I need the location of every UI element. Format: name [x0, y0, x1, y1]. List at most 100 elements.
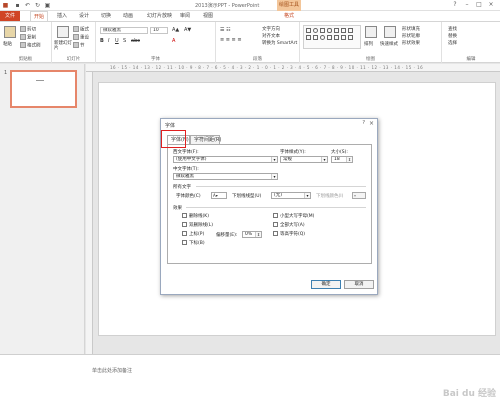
tab-file[interactable]: 文件 — [0, 11, 20, 21]
minimize-icon[interactable]: – — [462, 1, 472, 9]
copy-icon — [20, 34, 26, 40]
small-caps-checkbox[interactable] — [273, 213, 278, 218]
dialog-help-icon[interactable]: ? — [362, 120, 365, 126]
line-shape-icon[interactable] — [341, 28, 346, 33]
rounded-rect-shape-icon[interactable] — [327, 28, 332, 33]
circle-shape-icon[interactable] — [320, 35, 325, 40]
tab-format[interactable]: 格式 — [281, 11, 297, 21]
quick-styles-button[interactable]: 快速样式 — [380, 41, 398, 47]
tab-character-spacing[interactable]: 字符间距(R) — [190, 135, 221, 144]
superscript-checkbox[interactable] — [182, 231, 187, 236]
font-color-picker[interactable]: A▾ — [211, 192, 227, 199]
slideshow-icon[interactable]: ▣ — [44, 2, 51, 9]
tab-review[interactable]: 审阅 — [177, 11, 193, 21]
find-button[interactable]: 查找 — [448, 26, 457, 32]
notes-pane[interactable]: 单击此处添加备注 — [0, 354, 500, 403]
font-color-icon[interactable]: A — [172, 38, 175, 44]
strikethrough-checkbox[interactable] — [182, 213, 187, 218]
cancel-button[interactable]: 取消 — [344, 280, 374, 289]
bullets-icon[interactable]: ☰ ☷ — [220, 27, 231, 33]
asian-font-combo[interactable]: 微软雅黑 ▾ — [173, 173, 278, 180]
thumbnail-text-line — [36, 80, 44, 81]
replace-button[interactable]: 替换 — [448, 33, 457, 39]
group-label-clipboard: 剪贴板 — [18, 57, 33, 62]
new-slide-button[interactable]: 新建幻灯片 — [54, 41, 74, 51]
cut-button[interactable]: 剪切 — [20, 26, 36, 33]
underline-style-combo[interactable]: (无) ▾ — [271, 192, 311, 199]
reset-icon — [73, 34, 79, 40]
dialog-close-icon[interactable]: × — [369, 120, 374, 127]
brush-icon — [20, 42, 26, 48]
tab-slideshow[interactable]: 幻灯片放映 — [144, 11, 175, 21]
tab-insert[interactable]: 插入 — [54, 11, 70, 21]
help-icon[interactable]: ? — [450, 1, 460, 9]
smartart-button[interactable]: 转换为 SmartArt — [262, 40, 297, 46]
underline-icon[interactable]: U — [115, 38, 119, 44]
bracket-shape-icon[interactable] — [348, 35, 353, 40]
hexagon-shape-icon[interactable] — [334, 35, 339, 40]
font-name-combo[interactable]: 微软雅黑 — [100, 27, 148, 34]
latin-font-label: 西文字体(F): — [173, 150, 199, 155]
rectangle-shape-icon[interactable] — [306, 28, 311, 33]
bold-icon[interactable]: B — [100, 38, 104, 44]
offset-spinner[interactable]: 0% ⇕ — [242, 231, 262, 238]
all-caps-checkbox[interactable] — [273, 222, 278, 227]
double-strikethrough-checkbox[interactable] — [182, 222, 187, 227]
grow-font-icon[interactable]: A▲ — [172, 27, 179, 33]
new-slide-icon — [57, 26, 69, 38]
layout-label: 版式 — [80, 27, 89, 33]
spinner-icon: ⇕ — [255, 232, 261, 237]
triangle-shape-icon[interactable] — [334, 28, 339, 33]
shape-fill-button[interactable]: 形状填充 — [402, 26, 420, 32]
reset-button[interactable]: 重设 — [73, 34, 89, 41]
font-size-value: 18 — [334, 157, 340, 162]
arrange-button[interactable]: 排列 — [364, 41, 373, 47]
paste-button[interactable]: 粘贴 — [3, 41, 12, 47]
font-size-combo[interactable]: 10 — [150, 27, 168, 34]
close-icon[interactable]: × — [486, 1, 496, 9]
undo-icon[interactable]: ↶ — [24, 2, 31, 9]
font-size-spinner[interactable]: 18 ⇕ — [331, 156, 353, 163]
latin-font-combo[interactable]: (使用中文字体) ▾ — [173, 156, 278, 163]
redo-icon[interactable]: ↻ — [34, 2, 41, 9]
section-button[interactable]: 节 — [73, 42, 85, 49]
shapes-gallery[interactable] — [303, 25, 361, 49]
underline-color-picker[interactable]: ▾ — [352, 192, 366, 199]
spinner-icon: ⇕ — [346, 157, 352, 162]
rectangle-shape-icon[interactable] — [320, 28, 325, 33]
strikethrough-icon[interactable]: abc — [131, 38, 140, 44]
brace-shape-icon[interactable] — [313, 35, 318, 40]
offset-value: 0% — [245, 232, 253, 237]
oval-shape-icon[interactable] — [313, 28, 318, 33]
tab-transitions[interactable]: 切换 — [98, 11, 114, 21]
subscript-checkbox[interactable] — [182, 240, 187, 245]
star-shape-icon[interactable] — [306, 35, 311, 40]
text-direction-button[interactable]: 文字方向 — [262, 26, 280, 32]
copy-button[interactable]: 复制 — [20, 34, 36, 41]
layout-button[interactable]: 版式 — [73, 26, 89, 33]
pentagon-shape-icon[interactable] — [327, 35, 332, 40]
maximize-icon[interactable]: □ — [474, 1, 484, 9]
slide-thumbnail[interactable] — [10, 70, 77, 108]
tab-design[interactable]: 设计 — [76, 11, 92, 21]
align-icons[interactable]: ≡ ≡ ≡ ≡ — [220, 37, 242, 43]
select-button[interactable]: 选择 — [448, 40, 457, 46]
format-painter-button[interactable]: 格式刷 — [20, 42, 41, 49]
cloud-shape-icon[interactable] — [341, 35, 346, 40]
align-text-button[interactable]: 对齐文本 — [262, 33, 280, 39]
tab-view[interactable]: 视图 — [200, 11, 216, 21]
save-icon[interactable]: ▪ — [14, 2, 21, 9]
shrink-font-icon[interactable]: A▼ — [184, 27, 191, 33]
shape-effects-button[interactable]: 形状效果 — [402, 40, 420, 46]
arrow-shape-icon[interactable] — [348, 28, 353, 33]
ok-button[interactable]: 确定 — [311, 280, 341, 289]
tab-animations[interactable]: 动画 — [120, 11, 136, 21]
shape-outline-button[interactable]: 形状轮廓 — [402, 33, 420, 39]
layout-icon — [73, 26, 79, 32]
asian-font-label: 中文字体(T): — [173, 167, 199, 172]
italic-icon[interactable]: I — [108, 38, 109, 44]
shadow-icon[interactable]: S — [123, 38, 126, 44]
equalize-height-checkbox[interactable] — [273, 231, 278, 236]
font-style-combo[interactable]: 常规 ▾ — [280, 156, 328, 163]
tab-home[interactable]: 开始 — [30, 11, 49, 21]
